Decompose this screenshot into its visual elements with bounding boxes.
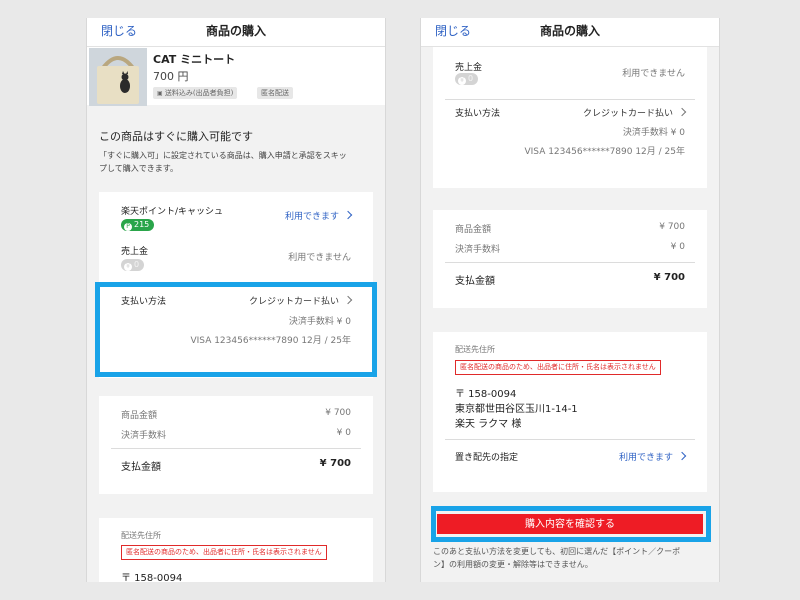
product-card[interactable]: CAT ミニトート 700 円 ▣ 送料込み(出品者負担) 匿名配送 <box>87 47 385 106</box>
chevron-right-icon <box>677 451 687 461</box>
product-price: 700 円 <box>153 70 189 83</box>
item-price-value: ¥ 700 <box>659 222 685 232</box>
total-label: 支払金額 <box>455 276 495 287</box>
coin-icon: ¥ <box>124 263 132 271</box>
product-name: CAT ミニトート <box>153 53 236 66</box>
tote-bag-image <box>89 48 147 106</box>
instant-purchase-title: この商品はすぐに購入可能です <box>99 130 253 143</box>
price-summary-card: 商品金額 ¥ 700 決済手数料 ¥ 0 支払金額 ¥ 700 <box>433 210 707 308</box>
point-coin-icon: P <box>124 223 132 231</box>
fee-label: 決済手数料 <box>121 431 167 441</box>
fee-value: ¥ 0 <box>670 242 685 252</box>
shipping-tag: ▣ 送料込み(出品者負担) <box>153 87 238 99</box>
shipping-label: 配送先住所 <box>455 345 495 354</box>
divider <box>111 448 361 449</box>
shipping-zip: 〒 158-0094 <box>121 573 183 582</box>
payment-method-label: 支払い方法 <box>455 109 501 119</box>
product-thumbnail <box>89 48 147 106</box>
shipping-address-card[interactable]: 配送先住所 匿名配送の商品のため、出品者に住所・氏名は表示されません 〒 158… <box>99 518 373 582</box>
page-title: 商品の購入 <box>205 24 266 38</box>
shipping-label: 配送先住所 <box>121 531 161 540</box>
instant-purchase-desc-1: 「すぐに購入可」に設定されている商品は、購入申請と承認をスキッ <box>99 151 347 160</box>
header-bar: 閉じる 商品の購入 <box>421 18 719 47</box>
header-bar: 閉じる 商品の購入 <box>87 18 385 47</box>
confirm-purchase-button[interactable]: 購入内容を確認する <box>437 514 703 534</box>
sales-status: 利用できません <box>288 253 351 263</box>
payment-highlight-box <box>95 282 377 377</box>
coin-icon: ¥ <box>458 77 466 85</box>
total-label: 支払金額 <box>121 462 161 473</box>
divider <box>445 262 695 263</box>
instant-purchase-desc-2: プして購入できます。 <box>99 164 178 173</box>
divider <box>445 99 695 100</box>
total-value: ¥ 700 <box>319 458 351 469</box>
sales-label: 売上金 <box>121 247 149 257</box>
fee-value: ¥ 0 <box>336 428 351 438</box>
sales-status: 利用できません <box>622 69 685 79</box>
shipping-address: 東京都世田谷区玉川1-14-1 <box>455 404 578 415</box>
payment-fee: 決済手数料 ¥ 0 <box>622 128 685 138</box>
anonymous-tag: 匿名配送 <box>257 87 293 99</box>
item-price-value: ¥ 700 <box>325 408 351 418</box>
anonymous-warning: 匿名配送の商品のため、出品者に住所・氏名は表示されません <box>121 545 327 560</box>
item-price-label: 商品金額 <box>455 225 492 235</box>
price-summary-card: 商品金額 ¥ 700 決済手数料 ¥ 0 支払金額 ¥ 700 <box>99 396 373 494</box>
shipping-address-card[interactable]: 配送先住所 匿名配送の商品のため、出品者に住所・氏名は表示されません 〒 158… <box>433 332 707 492</box>
payment-options-card: 売上金 ¥0 利用できません 支払い方法 クレジットカード払い 決済手数料 ¥ … <box>433 46 707 188</box>
dropoff-status-link[interactable]: 利用できます <box>619 450 687 463</box>
page-title: 商品の購入 <box>539 24 600 38</box>
shipping-name: 楽天 ラクマ 様 <box>455 419 522 430</box>
sales-badge: ¥0 <box>455 73 479 85</box>
points-status-link[interactable]: 利用できます <box>285 209 353 222</box>
payment-method-link[interactable]: クレジットカード払い <box>583 106 687 119</box>
truck-icon: ▣ <box>157 90 163 97</box>
chevron-right-icon <box>343 210 353 220</box>
points-badge: P 215 <box>121 219 155 231</box>
item-price-label: 商品金額 <box>121 411 158 421</box>
anonymous-warning: 匿名配送の商品のため、出品者に住所・氏名は表示されません <box>455 360 661 375</box>
dropoff-label: 置き配先の指定 <box>455 453 519 463</box>
notice-line-2: ン】の利用額の変更・解除等はできません。 <box>433 560 593 569</box>
shipping-zip: 〒 158-0094 <box>455 389 517 400</box>
points-label: 楽天ポイント/キャッシュ <box>121 207 224 217</box>
divider <box>445 439 695 440</box>
total-value: ¥ 700 <box>653 272 685 283</box>
notice-line-1: このあと支払い方法を変更しても、初回に選んだ【ポイント／クーポ <box>433 547 681 556</box>
purchase-screen-right: 閉じる 商品の購入 売上金 ¥0 利用できません 支払い方法 クレジットカード払… <box>420 18 720 582</box>
payment-card-info: VISA 123456******7890 12月 / 25年 <box>524 147 686 157</box>
purchase-screen-left: 閉じる 商品の購入 CAT ミニトート 700 円 ▣ 送料込み(出品者負担) … <box>86 18 386 582</box>
sales-badge: ¥0 <box>121 259 145 271</box>
fee-label: 決済手数料 <box>455 245 501 255</box>
chevron-right-icon <box>677 107 687 117</box>
sales-label: 売上金 <box>455 63 483 73</box>
